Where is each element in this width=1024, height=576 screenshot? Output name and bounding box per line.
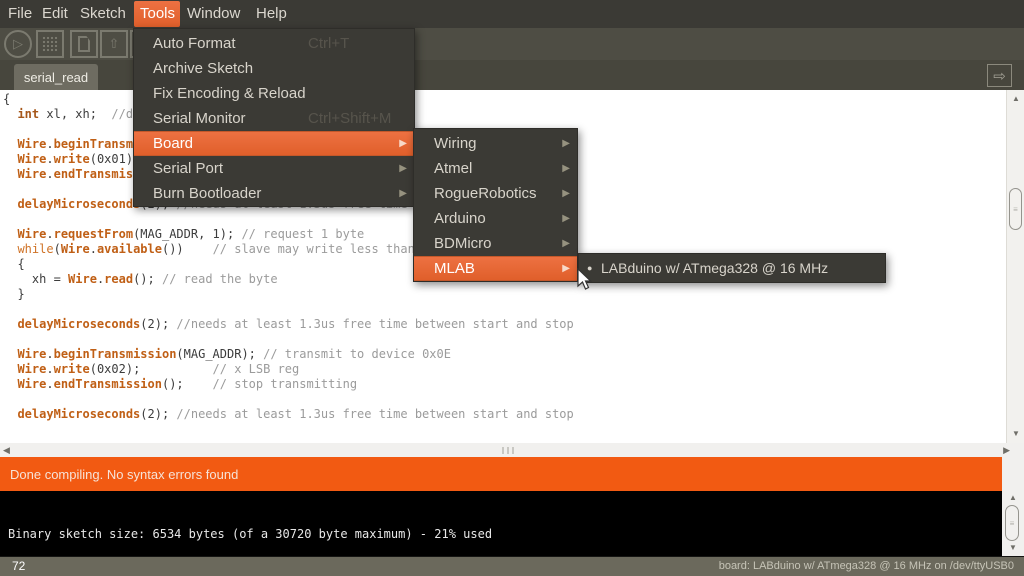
- editor-vertical-scrollbar[interactable]: ▲ ≡ ▼: [1006, 90, 1024, 443]
- status-message: Done compiling. No syntax errors found: [10, 467, 238, 482]
- menu-item-labduino[interactable]: ● LABduino w/ ATmega328 @ 16 MHz: [579, 254, 885, 282]
- editor-scroll-thumb[interactable]: ≡: [1009, 188, 1022, 230]
- menu-item-label: MLAB: [434, 260, 475, 277]
- submenu-arrow-icon: ▶: [562, 231, 570, 256]
- submenu-arrow-icon: ▶: [562, 131, 570, 156]
- menu-file[interactable]: File: [2, 0, 38, 28]
- menu-edit[interactable]: Edit: [36, 0, 74, 28]
- verify-icon: ▷: [13, 36, 23, 52]
- menu-item-label: Fix Encoding & Reload: [153, 85, 306, 102]
- submenu-arrow-icon: ▶: [399, 156, 407, 181]
- compile-status-bar: Done compiling. No syntax errors found: [0, 457, 1002, 491]
- code-line: Wire.endTransmission(); // stop transmit…: [3, 377, 574, 392]
- menu-item-serial-port[interactable]: Serial Port ▶: [134, 156, 414, 181]
- menu-item-mlab[interactable]: MLAB ▶: [414, 256, 577, 281]
- menu-item-bdmicro[interactable]: BDMicro ▶: [414, 231, 577, 256]
- menu-item-label: Board: [153, 135, 193, 152]
- submenu-arrow-icon: ▶: [562, 257, 570, 280]
- menu-item-arduino[interactable]: Arduino ▶: [414, 206, 577, 231]
- shortcut-label: Ctrl+Shift+M: [308, 106, 391, 131]
- menu-item-label: Serial Monitor: [153, 110, 246, 127]
- code-line: }: [3, 287, 574, 302]
- menu-item-label: LABduino w/ ATmega328 @ 16 MHz: [601, 260, 828, 276]
- console-scroll-up-icon[interactable]: ▲: [1002, 491, 1024, 505]
- menu-item-roguerobotics[interactable]: RogueRobotics ▶: [414, 181, 577, 206]
- menu-bar: File Edit Sketch Tools Window Help: [0, 0, 1024, 28]
- mlab-submenu: ● LABduino w/ ATmega328 @ 16 MHz: [578, 253, 886, 283]
- open-sketch-button[interactable]: ⇧: [100, 30, 128, 58]
- stop-button[interactable]: [36, 30, 64, 58]
- scroll-up-icon[interactable]: ▲: [1007, 92, 1024, 106]
- scroll-left-icon[interactable]: ◀: [3, 445, 10, 456]
- menu-item-label: Auto Format: [153, 35, 236, 52]
- menu-item-label: BDMicro: [434, 235, 492, 252]
- serial-monitor-button[interactable]: ⇨: [987, 64, 1012, 87]
- menu-item-archive-sketch[interactable]: Archive Sketch: [134, 56, 414, 81]
- menu-item-wiring[interactable]: Wiring ▶: [414, 131, 577, 156]
- menu-item-board[interactable]: Board ▶: [134, 131, 414, 156]
- menu-item-burn-bootloader[interactable]: Burn Bootloader ▶: [134, 181, 414, 206]
- code-line: delayMicroseconds(2); //needs at least 1…: [3, 407, 574, 422]
- console-output[interactable]: Binary sketch size: 6534 bytes (of a 307…: [0, 491, 1002, 556]
- footer-status-bar: 72 board: LABduino w/ ATmega328 @ 16 MHz…: [0, 556, 1024, 576]
- code-line: [3, 302, 574, 317]
- thumb-grip-icon: ≡: [1013, 205, 1018, 214]
- menu-item-label: Archive Sketch: [153, 60, 253, 77]
- new-sketch-icon: [78, 36, 90, 52]
- line-number: 72: [12, 559, 25, 573]
- scroll-down-icon[interactable]: ▼: [1007, 427, 1024, 441]
- mouse-cursor-icon: [577, 268, 593, 290]
- verify-button[interactable]: ▷: [4, 30, 32, 58]
- menu-tools[interactable]: Tools: [134, 1, 180, 27]
- menu-item-label: Burn Bootloader: [153, 185, 261, 202]
- new-sketch-button[interactable]: [70, 30, 98, 58]
- arduino-ide-window: File Edit Sketch Tools Window Help ▷ ⇧ ⇩…: [0, 0, 1024, 576]
- submenu-arrow-icon: ▶: [562, 156, 570, 181]
- menu-help[interactable]: Help: [250, 0, 293, 28]
- menu-item-label: RogueRobotics: [434, 185, 537, 202]
- code-line: [3, 332, 574, 347]
- scroll-right-icon[interactable]: ▶: [1003, 445, 1010, 456]
- menu-item-label: Serial Port: [153, 160, 223, 177]
- menu-item-serial-monitor[interactable]: Serial Monitor Ctrl+Shift+M: [134, 106, 414, 131]
- code-line: Wire.write(0x02); // x LSB reg: [3, 362, 574, 377]
- editor-horizontal-scrollbar[interactable]: ◀ ▶: [0, 443, 1024, 457]
- shortcut-label: Ctrl+T: [308, 31, 349, 56]
- code-line: [3, 392, 574, 407]
- console-message: Binary sketch size: 6534 bytes (of a 307…: [8, 527, 492, 541]
- code-line: delayMicroseconds(2); //needs at least 1…: [3, 317, 574, 332]
- menu-item-atmel[interactable]: Atmel ▶: [414, 156, 577, 181]
- code-line: Wire.beginTransmission(MAG_ADDR); // tra…: [3, 347, 574, 362]
- menu-sketch[interactable]: Sketch: [74, 0, 132, 28]
- console-scroll-down-icon[interactable]: ▼: [1002, 541, 1024, 555]
- console-scroll-thumb[interactable]: ≡: [1005, 505, 1019, 541]
- menu-item-auto-format[interactable]: Auto Format Ctrl+T: [134, 31, 414, 56]
- board-info: board: LABduino w/ ATmega328 @ 16 MHz on…: [719, 560, 1014, 572]
- submenu-arrow-icon: ▶: [562, 206, 570, 231]
- tools-menu: Auto Format Ctrl+T Archive Sketch Fix En…: [133, 28, 415, 207]
- menu-item-label: Atmel: [434, 160, 472, 177]
- console-scrollbar[interactable]: ▲ ≡ ▼: [1002, 457, 1024, 556]
- menu-item-fix-encoding[interactable]: Fix Encoding & Reload: [134, 81, 414, 106]
- menu-item-label: Arduino: [434, 210, 486, 227]
- board-submenu: Wiring ▶ Atmel ▶ RogueRobotics ▶ Arduino…: [413, 128, 578, 282]
- tab-serial-read[interactable]: serial_read: [14, 64, 98, 90]
- submenu-arrow-icon: ▶: [399, 181, 407, 206]
- submenu-arrow-icon: ▶: [562, 181, 570, 206]
- submenu-arrow-icon: ▶: [399, 132, 407, 155]
- thumb-grip-icon: ≡: [1010, 519, 1015, 528]
- menu-item-label: Wiring: [434, 135, 477, 152]
- splitter-grip[interactable]: [502, 447, 514, 454]
- right-arrow-icon: ⇨: [993, 67, 1006, 85]
- menu-window[interactable]: Window: [181, 0, 246, 28]
- open-sketch-icon: ⇧: [109, 36, 120, 52]
- stop-icon: [42, 36, 58, 52]
